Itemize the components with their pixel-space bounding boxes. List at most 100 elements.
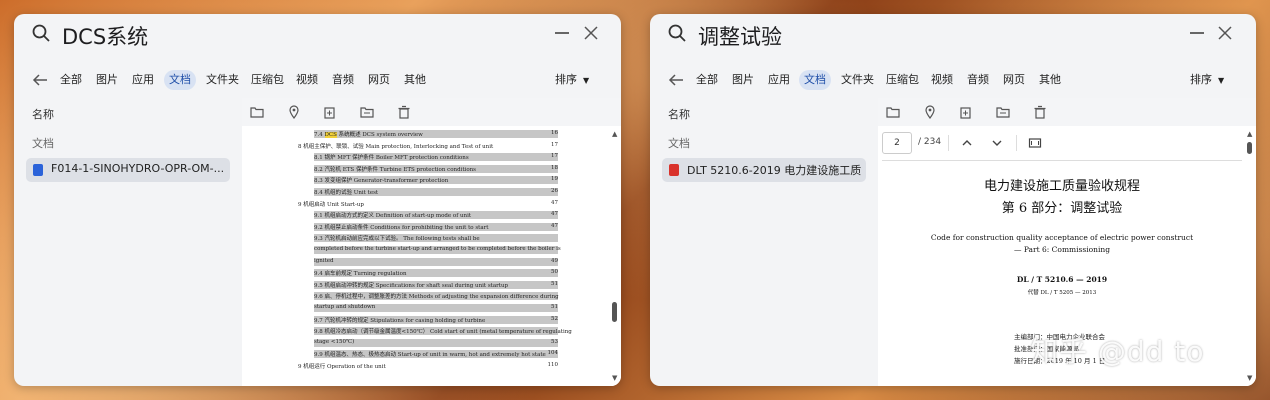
back-arrow-icon[interactable] bbox=[32, 73, 48, 87]
search-bar[interactable]: 调整试验 bbox=[650, 14, 1256, 58]
filter-chip-audio[interactable]: 音频 bbox=[327, 70, 359, 90]
toc-page-number: 16 bbox=[551, 130, 558, 136]
move-folder-icon[interactable] bbox=[360, 105, 374, 119]
filter-chip-all[interactable]: 全部 bbox=[55, 70, 87, 90]
toc-text: 9 机组运行 Operation of the unit bbox=[298, 364, 386, 370]
filter-chip-folders[interactable]: 文件夹 bbox=[836, 70, 879, 90]
open-folder-icon[interactable] bbox=[886, 105, 900, 119]
section-label-documents: 文档 bbox=[32, 137, 54, 150]
toc-text: 8 机组主保护、联锁、试验 Main protection, Interlock… bbox=[298, 143, 494, 150]
copy-icon[interactable] bbox=[323, 105, 337, 119]
scroll-down-icon[interactable]: ▼ bbox=[612, 374, 617, 382]
filter-chip-videos[interactable]: 视频 bbox=[926, 70, 958, 90]
sort-caret-icon: ▼ bbox=[1218, 76, 1225, 85]
move-folder-icon[interactable] bbox=[996, 105, 1010, 119]
filter-chip-documents[interactable]: 文档 bbox=[164, 70, 196, 90]
close-icon[interactable] bbox=[583, 25, 599, 41]
result-file-name: F014-1-SINOHYDRO-OPR-OM-... bbox=[51, 162, 225, 175]
filter-chip-web[interactable]: 网页 bbox=[363, 70, 395, 90]
toc-text: 9.3 汽轮机启动前应完成以下试验。 The following tests s… bbox=[314, 236, 480, 243]
toc-line: 7.4 DCS 系统概述 DCS system overview 16 bbox=[314, 130, 558, 138]
fit-page-icon[interactable] bbox=[1028, 136, 1042, 150]
scroll-thumb[interactable] bbox=[612, 302, 617, 322]
filter-chip-images[interactable]: 图片 bbox=[91, 70, 123, 90]
toc-text: 9.4 启车前规定 Turning regulation bbox=[314, 271, 407, 278]
open-folder-icon[interactable] bbox=[250, 105, 264, 119]
filter-chip-apps[interactable]: 应用 bbox=[763, 70, 795, 90]
filter-bar: 全部 图片 应用 文档 文件夹 压缩包 视频 音频 网页 其他 排序 ▼ bbox=[650, 68, 1256, 94]
delete-icon[interactable] bbox=[397, 105, 411, 119]
preview-scrollbar[interactable]: ▲ ▼ bbox=[612, 130, 618, 382]
toc-text: 9.9 机组温态、热态、极热态启动 Start-up of unit in wa… bbox=[314, 352, 546, 359]
toc-line: 9.6 启、停机过程中，调整胀差的方法 Methods of adjusting… bbox=[314, 292, 559, 301]
toc-line: 8 机组主保护、联锁、试验 Main protection, Interlock… bbox=[298, 142, 558, 150]
filter-chip-images[interactable]: 图片 bbox=[727, 70, 759, 90]
toc-page-number: 17 bbox=[551, 141, 558, 148]
results-list: 名称 文档 DLT 5210.6-2019 电力建设施工质... bbox=[650, 98, 878, 386]
page-number-input[interactable]: 2 bbox=[882, 132, 912, 154]
filter-chip-web[interactable]: 网页 bbox=[998, 70, 1030, 90]
filter-chip-documents[interactable]: 文档 bbox=[799, 70, 831, 90]
preview-scrollbar[interactable]: ▲ ▼ bbox=[1247, 130, 1253, 382]
sort-button[interactable]: 排序 ▼ bbox=[1190, 70, 1224, 90]
sort-button[interactable]: 排序 ▼ bbox=[555, 70, 589, 90]
toc-line: 9 机组启动 Unit Start-up 47 bbox=[298, 200, 558, 208]
location-icon[interactable] bbox=[923, 105, 937, 119]
word-doc-icon bbox=[33, 164, 43, 176]
toc-text: 9.2 机组禁止启动条件 Conditions for prohibiting … bbox=[314, 224, 489, 231]
toc-text: stage <150℃) bbox=[314, 338, 355, 345]
filter-chip-archives[interactable]: 压缩包 bbox=[246, 70, 289, 90]
column-header-name[interactable]: 名称 bbox=[668, 106, 690, 122]
filter-chip-apps[interactable]: 应用 bbox=[127, 70, 159, 90]
copy-icon[interactable] bbox=[959, 105, 973, 119]
search-input[interactable]: 调整试验 bbox=[698, 21, 782, 51]
toc-line: 9.1 机组启动方式的定义 Definition of start-up mod… bbox=[314, 211, 558, 220]
toc-text: ignited bbox=[314, 257, 334, 264]
scroll-up-icon[interactable]: ▲ bbox=[612, 130, 617, 138]
toc-line: 8.4 机组的试验 Unit test 26 bbox=[314, 188, 558, 196]
toc-page-number: 47 bbox=[551, 222, 558, 229]
scroll-down-icon[interactable]: ▼ bbox=[1247, 374, 1252, 382]
toc-line: completed before the turbine start-up an… bbox=[314, 246, 561, 254]
toc-text: 9.5 机组启动冲转的规定 Specifications for shaft s… bbox=[314, 282, 509, 289]
filter-chip-folders[interactable]: 文件夹 bbox=[201, 70, 244, 90]
filter-chip-other[interactable]: 其他 bbox=[399, 70, 431, 90]
toc-text: startup and shutdown bbox=[314, 304, 376, 310]
minimize-icon[interactable] bbox=[1190, 32, 1204, 34]
filter-chip-videos[interactable]: 视频 bbox=[291, 70, 323, 90]
result-file-item[interactable]: DLT 5210.6-2019 电力建设施工质... bbox=[662, 158, 866, 182]
toc-line: 8.2 汽轮机 ETS 保护条件 Turbine ETS protection … bbox=[314, 164, 558, 173]
page-total: / 234 bbox=[918, 137, 942, 147]
chevron-down-icon[interactable] bbox=[990, 136, 1004, 150]
delete-icon[interactable] bbox=[1033, 105, 1047, 119]
toc-line: 9.2 机组禁止启动条件 Conditions for prohibiting … bbox=[314, 222, 558, 231]
filter-chip-audio[interactable]: 音频 bbox=[962, 70, 994, 90]
preview-toolbar bbox=[878, 98, 1256, 126]
minimize-icon[interactable] bbox=[555, 32, 569, 34]
toc-line: 9.7 汽轮机冲转的规定 Stipulations for casing hol… bbox=[314, 315, 558, 324]
toc-text: completed before the turbine start-up an… bbox=[314, 246, 561, 252]
filter-chip-other[interactable]: 其他 bbox=[1034, 70, 1066, 90]
result-file-item[interactable]: F014-1-SINOHYDRO-OPR-OM-... bbox=[26, 158, 230, 182]
back-arrow-icon[interactable] bbox=[668, 73, 684, 87]
filter-bar: 全部 图片 应用 文档 文件夹 压缩包 视频 音频 网页 其他 排序 ▼ bbox=[14, 68, 621, 94]
close-icon[interactable] bbox=[1217, 25, 1233, 41]
column-header-name[interactable]: 名称 bbox=[32, 106, 54, 122]
location-icon[interactable] bbox=[287, 105, 301, 119]
toc-line: startup and shutdown 51 bbox=[314, 304, 558, 312]
filter-chip-all[interactable]: 全部 bbox=[691, 70, 723, 90]
toolbar-divider bbox=[948, 135, 949, 151]
scroll-thumb[interactable] bbox=[1247, 142, 1252, 154]
pdf-replaces-code: 代替 DL / T 5205 — 2013 bbox=[1027, 290, 1097, 296]
toc-page-number: 51 bbox=[551, 280, 558, 287]
chevron-up-icon[interactable] bbox=[960, 136, 974, 150]
filter-chip-archives[interactable]: 压缩包 bbox=[881, 70, 924, 90]
search-input[interactable]: DCS系统 bbox=[62, 21, 148, 51]
watermark: 知乎 @dd to bbox=[1030, 335, 1205, 368]
toc-line: 9.4 启车前规定 Turning regulation 50 bbox=[314, 269, 558, 278]
toc-line: stage <150℃) 53 bbox=[314, 338, 558, 347]
search-bar[interactable]: DCS系统 bbox=[14, 14, 621, 58]
scroll-up-icon[interactable]: ▲ bbox=[1247, 130, 1252, 138]
document-preview: 7.4 DCS 系统概述 DCS system overview 16 8 机组主保… bbox=[242, 98, 621, 386]
toc-page-number: 49 bbox=[551, 257, 558, 264]
